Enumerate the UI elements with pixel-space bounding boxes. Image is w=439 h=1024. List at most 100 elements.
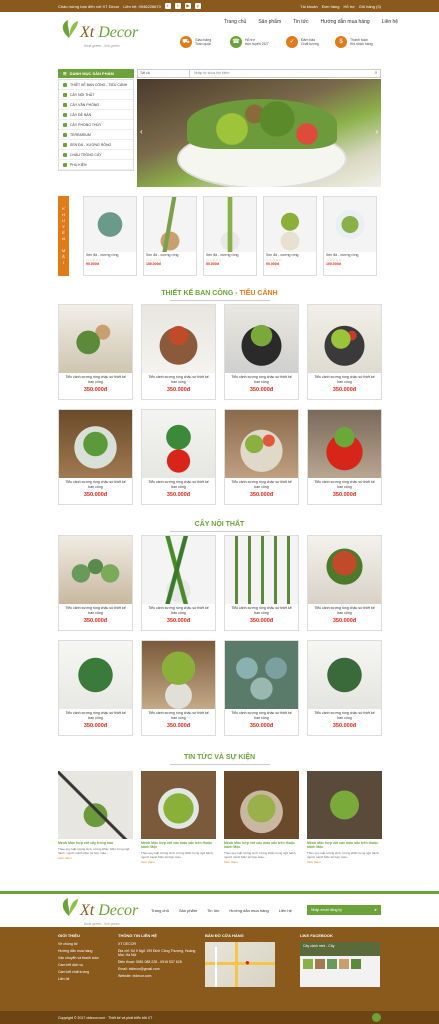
product-image — [59, 410, 132, 478]
footer-nav-products[interactable]: Sản phẩm — [179, 908, 197, 913]
store-map[interactable]: ● — [205, 942, 275, 987]
product-card[interactable]: Tiểu cảnh xương rồng chậu sứ thiết kế ba… — [307, 640, 382, 736]
logo[interactable]: Xt Decor think green - live green — [58, 16, 148, 56]
orders-link[interactable]: Đơn hàng — [322, 4, 340, 9]
product-card[interactable]: Tiểu cảnh xương rồng chậu sứ thiết kế ba… — [224, 535, 299, 631]
footer-nav-guide[interactable]: Hướng dẫn mua hàng — [229, 908, 268, 913]
product-card[interactable]: Tiểu cảnh xương rồng chậu sứ thiết kế ba… — [58, 304, 133, 400]
read-more-link[interactable]: Xem thêm — [58, 856, 133, 860]
category-item[interactable]: TERRARIUM — [59, 130, 133, 140]
news-image — [307, 771, 382, 839]
nav-contact[interactable]: Liên hệ — [382, 19, 398, 25]
read-more-link[interactable]: Xem thêm — [141, 860, 216, 864]
footer-nav-home[interactable]: Trang chủ — [151, 908, 169, 913]
news-card[interactable]: Mệnh Mộc hợp với các màu sắc trên thuộc … — [307, 771, 382, 881]
category-item[interactable]: CÂY ĐỂ BÀN — [59, 110, 133, 120]
product-card[interactable]: Tiểu cảnh xương rồng chậu sứ thiết kế ba… — [307, 535, 382, 631]
youtube-icon[interactable]: ▶ — [184, 3, 191, 9]
search-input[interactable]: Nhập từ khóa tìm kiếm — [190, 70, 372, 77]
product-price: 50.000đ — [206, 262, 219, 266]
hero-slider[interactable]: ‹ › — [137, 79, 381, 187]
contact-line: Website: xtdecor.com — [118, 974, 152, 978]
nav-guide[interactable]: Hướng dẫn mua hàng — [321, 19, 370, 25]
news-card[interactable]: Mệnh Mộc hợp với các màu sắc trên thuộc … — [224, 771, 299, 881]
footer-nav-contact[interactable]: Liên hệ — [279, 908, 292, 913]
sale-product-card[interactable]: Sen đá - xương rồng ☆☆☆☆☆ 90.000đ — [83, 196, 137, 276]
product-card[interactable]: Tiểu cảnh xương rồng chậu sứ thiết kế ba… — [141, 535, 216, 631]
category-header[interactable]: ☰ DANH MỤC SẢN PHẨM — [58, 69, 134, 78]
facebook-icon[interactable]: f — [164, 3, 171, 9]
newsletter-input[interactable]: Nhập email đăng ký ➤ — [307, 905, 381, 915]
scroll-top-icon[interactable] — [372, 1013, 381, 1022]
product-name: Tiểu cảnh xương rồng chậu sứ thiết kế ba… — [148, 606, 209, 615]
search-icon[interactable]: ⌕ — [372, 70, 380, 77]
sale-product-card[interactable]: Sen đá - xương rồng ☆☆☆☆☆ 90.000đ — [263, 196, 317, 276]
product-price: 350.000đ — [83, 618, 108, 624]
news-title[interactable]: Mẹnh Mộc hợp với cây trồng nào — [58, 839, 133, 847]
product-card[interactable]: Tiểu cảnh xương rồng chậu sứ thiết kế ba… — [141, 640, 216, 736]
slider-next-icon[interactable]: › — [375, 127, 378, 136]
leaf-icon — [63, 92, 67, 97]
search-category-select[interactable]: Tất cả — [138, 70, 190, 77]
category-item[interactable]: THIẾT KẾ BAN CÔNG - TIỂU CẢNH — [59, 80, 133, 90]
leaf-icon — [63, 112, 67, 117]
footer-nav-news[interactable]: Tin tức — [207, 908, 219, 913]
sale-product-card[interactable]: Sen đá - xương rồng ☆☆☆☆☆ 100.000đ — [323, 196, 377, 276]
cash-icon: $ — [335, 36, 347, 48]
product-image — [142, 305, 215, 373]
cart-link[interactable]: Giỏ hàng (0) — [359, 4, 381, 9]
page: Chào mừng bạn đến với XT Decor Liên hệ: … — [0, 0, 439, 1024]
news-grid: Mẹnh Mộc hợp với cây trồng nào Theo quy l… — [58, 771, 382, 881]
category-item[interactable]: CÂY VĂN PHÒNG — [59, 100, 133, 110]
category-item[interactable]: CÂY PHONG THỦY — [59, 120, 133, 130]
footer-map-title: BẢN ĐỒ CỬA HÀNG — [205, 933, 244, 938]
news-card[interactable]: Mệnh Mộc hợp với các màu sắc trên thuộc … — [141, 771, 216, 881]
product-card[interactable]: Tiểu cảnh xương rồng chậu sứ thiết kế ba… — [224, 640, 299, 736]
nav-news[interactable]: Tin tức — [293, 19, 308, 25]
news-title[interactable]: Mệnh Mộc hợp với các màu sắc trên thuộc … — [224, 839, 299, 851]
sale-product-card[interactable]: Sen đá - xương rồng ☆☆☆☆☆ 150.000đ — [143, 196, 197, 276]
product-card[interactable]: Tiểu cảnh xương rồng chậu sứ thiết kế ba… — [58, 409, 133, 505]
news-card[interactable]: Mẹnh Mộc hợp với cây trồng nào Theo quy l… — [58, 771, 133, 881]
feature-quality: ✓ Đảm bảo Chất lượng — [286, 36, 319, 48]
read-more-link[interactable]: Xem thêm — [224, 860, 299, 864]
product-name: Tiểu cảnh xương rồng chậu sứ thiết kế ba… — [148, 480, 209, 489]
slider-prev-icon[interactable]: ‹ — [140, 127, 143, 136]
category-item[interactable]: PHỤ KIỆN — [59, 160, 133, 170]
read-more-link[interactable]: Xem thêm — [307, 860, 382, 864]
leaf-icon — [63, 162, 67, 167]
footer-nav: Trang chủ Sản phẩm Tin tức Hướng dẫn mua… — [151, 908, 292, 913]
product-price: 350.000đ — [332, 618, 357, 624]
news-title[interactable]: Mệnh Mộc hợp với các màu sắc trên thuộc … — [141, 839, 216, 851]
product-card[interactable]: Tiểu cảnh xương rồng chậu sứ thiết kế ba… — [141, 304, 216, 400]
product-card[interactable]: Tiểu cảnh xương rồng chậu sứ thiết kế ba… — [224, 409, 299, 505]
category-item[interactable]: SEN ĐÁ - XƯƠNG RỒNG — [59, 140, 133, 150]
facebook-widget[interactable]: Cây cảnh mini - Cây — [300, 942, 380, 987]
product-card[interactable]: Tiểu cảnh xương rồng chậu sứ thiết kế ba… — [224, 304, 299, 400]
feature-shipping: ⛟ Giao hàng Toàn quốc — [180, 36, 211, 48]
category-item[interactable]: CHẬU TRỒNG CÂY — [59, 150, 133, 160]
product-price: 350.000đ — [83, 387, 108, 393]
product-card[interactable]: Tiểu cảnh xương rồng chậu sứ thiết kế ba… — [141, 409, 216, 505]
nav-home[interactable]: Trang chủ — [224, 19, 246, 25]
footer-facebook-title: LIKE FACEBOOK — [300, 933, 333, 938]
sale-product-card[interactable]: Sen đá - xương rồng ☆☆☆☆☆ 50.000đ — [203, 196, 257, 276]
account-link[interactable]: Tài khoản — [300, 4, 318, 9]
divider — [170, 300, 270, 303]
twitter-icon[interactable]: t — [174, 3, 181, 9]
product-card[interactable]: Tiểu cảnh xương rồng chậu sứ thiết kế ba… — [58, 535, 133, 631]
news-title[interactable]: Mệnh Mộc hợp với các màu sắc trên thuộc … — [307, 839, 382, 851]
send-icon[interactable]: ➤ — [374, 908, 377, 912]
product-card[interactable]: Tiểu cảnh xương rồng chậu sứ thiết kế ba… — [58, 640, 133, 736]
product-name: Tiểu cảnh xương rồng chậu sứ thiết kế ba… — [65, 606, 126, 615]
product-price: 350.000đ — [332, 492, 357, 498]
support-link[interactable]: Hỗ trợ — [343, 4, 354, 9]
category-item[interactable]: CÂY NỘI THẤT — [59, 90, 133, 100]
check-icon: ✓ — [286, 36, 298, 48]
pinterest-icon[interactable]: p — [194, 3, 201, 9]
product-name: Tiểu cảnh xương rồng chậu sứ thiết kế ba… — [148, 711, 209, 720]
product-card[interactable]: Tiểu cảnh xương rồng chậu sứ thiết kế ba… — [307, 304, 382, 400]
search-bar: Tất cả Nhập từ khóa tìm kiếm ⌕ — [137, 69, 381, 78]
product-card[interactable]: Tiểu cảnh xương rồng chậu sứ thiết kế ba… — [307, 409, 382, 505]
nav-products[interactable]: Sản phẩm — [258, 19, 281, 25]
